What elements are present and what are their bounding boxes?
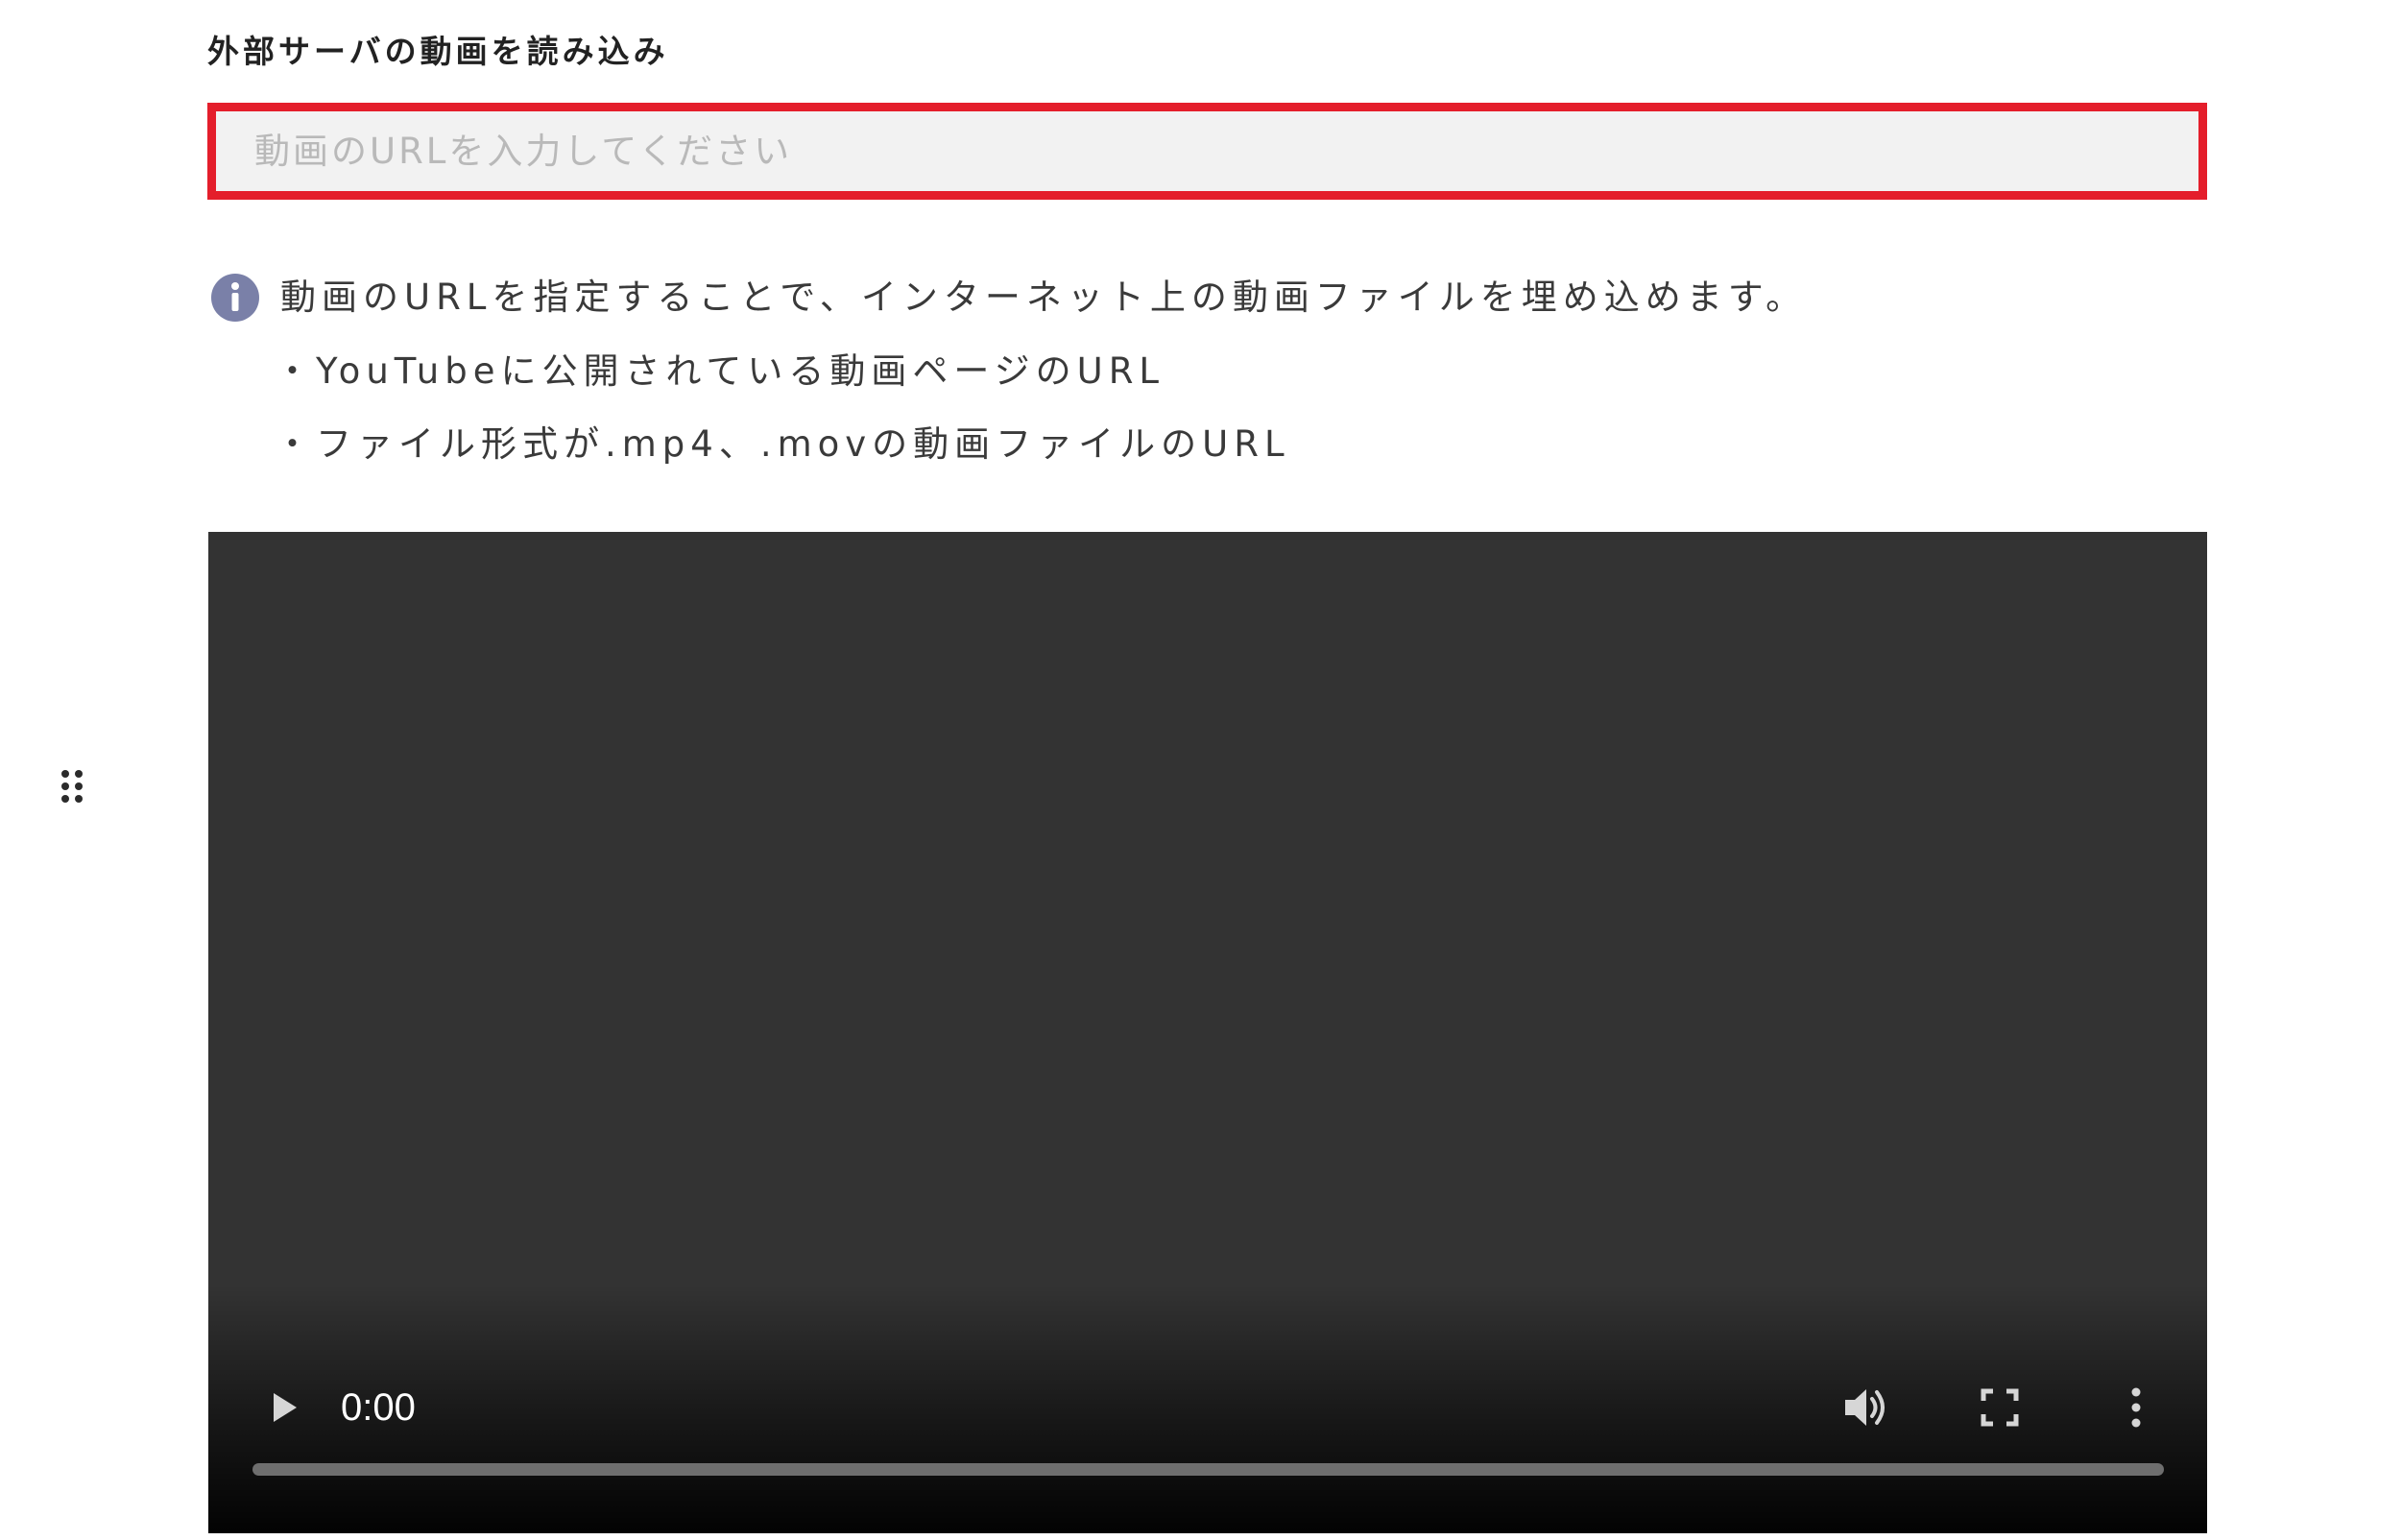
info-icon [211, 274, 259, 322]
more-vertical-icon [2131, 1387, 2141, 1428]
video-controls-gradient [208, 1284, 2207, 1533]
video-progress-bar[interactable] [252, 1463, 2164, 1476]
info-bullet-file-format: ・ファイル形式が.mp4、.movの動画ファイルのURL [275, 423, 1290, 465]
info-bullet-youtube: ・YouTubeに公開されている動画ページのURL [275, 350, 1165, 392]
url-input-highlight [207, 103, 2207, 200]
volume-icon [1845, 1389, 1885, 1426]
drag-handle-icon[interactable] [61, 770, 84, 803]
play-button[interactable] [256, 1381, 310, 1434]
more-options-button[interactable] [2109, 1381, 2163, 1434]
current-time: 0:00 [341, 1386, 416, 1429]
fullscreen-button[interactable] [1973, 1381, 2027, 1434]
info-text: 動画のURLを指定することで、インターネット上の動画ファイルを埋め込めます。 [280, 277, 1808, 318]
info-note: 動画のURLを指定することで、インターネット上の動画ファイルを埋め込めます。 [211, 273, 1807, 323]
video-player[interactable]: 0:00 [208, 532, 2207, 1533]
volume-button[interactable] [1838, 1379, 1895, 1436]
section-title: 外部サーバの動画を読み込み [207, 33, 669, 70]
video-url-input[interactable] [216, 111, 2198, 191]
play-icon [274, 1393, 297, 1422]
fullscreen-icon [1981, 1388, 2019, 1427]
